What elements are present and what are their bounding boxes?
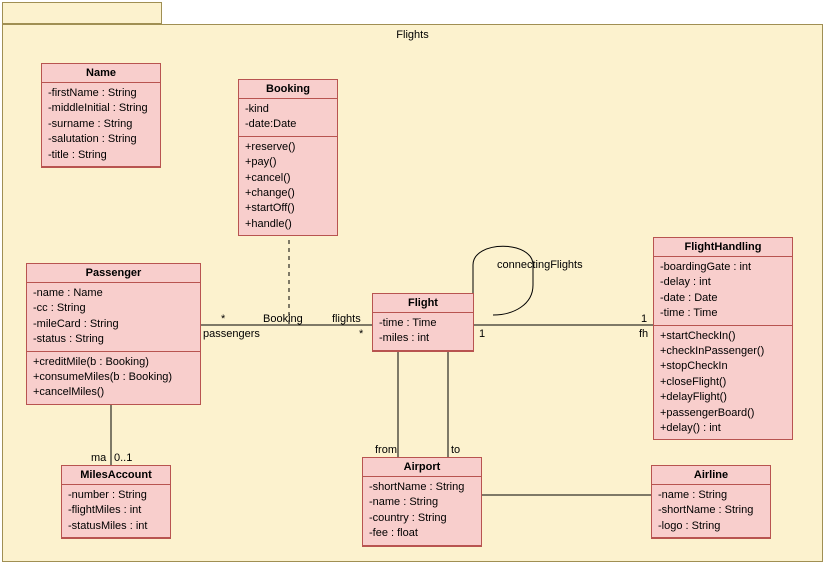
package-title: Flights xyxy=(3,29,822,41)
class-passenger-box: Passenger -name : Name-cc : String-mileC… xyxy=(26,263,201,405)
label-star-r: * xyxy=(359,328,363,340)
label-booking-assoc: Booking xyxy=(263,313,303,325)
class-airport-box: Airport -shortName : String-name : Strin… xyxy=(362,457,482,547)
class-ops: +reserve()+pay()+cancel()+change()+start… xyxy=(239,137,337,235)
class-title: FlightHandling xyxy=(654,238,792,257)
class-flighthandling-box: FlightHandling -boardingGate : int-delay… xyxy=(653,237,793,440)
class-title: Passenger xyxy=(27,264,200,283)
class-attrs: -name : String-shortName : String-logo :… xyxy=(652,485,770,538)
class-flight-box: Flight -time : Time-miles : int xyxy=(372,293,474,352)
label-from: from xyxy=(375,444,397,456)
class-title: Name xyxy=(42,64,160,83)
class-attrs: -kind-date:Date xyxy=(239,99,337,137)
class-attrs: -number : String-flightMiles : int-statu… xyxy=(62,485,170,538)
label-flights: flights xyxy=(332,313,361,325)
package-tab xyxy=(2,2,162,24)
label-zero-one: 0..1 xyxy=(114,452,132,464)
class-booking-box: Booking -kind-date:Date +reserve()+pay()… xyxy=(238,79,338,236)
class-ops: +creditMile(b : Booking)+consumeMiles(b … xyxy=(27,352,200,404)
class-title: Flight xyxy=(373,294,473,313)
class-attrs: -firstName : String-middleInitial : Stri… xyxy=(42,83,160,167)
label-one1: 1 xyxy=(479,328,485,340)
class-title: Booking xyxy=(239,80,337,99)
class-title: Airline xyxy=(652,466,770,485)
class-name-box: Name -firstName : String-middleInitial :… xyxy=(41,63,161,168)
class-attrs: -name : Name-cc : String-mileCard : Stri… xyxy=(27,283,200,352)
label-passengers: passengers xyxy=(203,328,260,340)
label-one2: 1 xyxy=(641,313,647,325)
class-title: Airport xyxy=(363,458,481,477)
label-to: to xyxy=(451,444,460,456)
label-ma: ma xyxy=(91,452,106,464)
class-attrs: -boardingGate : int-delay : int-date : D… xyxy=(654,257,792,326)
package-body: Flights Name -firstName : String-middleI… xyxy=(2,24,823,562)
label-fh: fh xyxy=(639,328,648,340)
class-airline-box: Airline -name : String-shortName : Strin… xyxy=(651,465,771,539)
label-connecting: connectingFlights xyxy=(497,259,583,271)
class-attrs: -shortName : String-name : String-countr… xyxy=(363,477,481,546)
class-ops: +startCheckIn()+checkInPassenger()+stopC… xyxy=(654,326,792,440)
class-milesaccount-box: MilesAccount -number : String-flightMile… xyxy=(61,465,171,539)
class-attrs: -time : Time-miles : int xyxy=(373,313,473,351)
class-title: MilesAccount xyxy=(62,466,170,485)
label-star-l: * xyxy=(221,313,225,325)
